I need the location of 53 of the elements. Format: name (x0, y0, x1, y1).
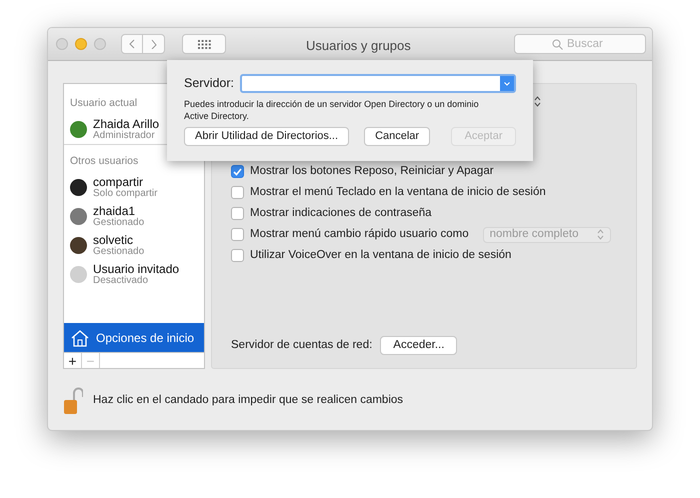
show-all-button[interactable] (182, 34, 226, 54)
checkbox[interactable] (231, 165, 244, 178)
network-server-label: Servidor de cuentas de red: (231, 338, 372, 353)
user-role: Gestionado (93, 246, 144, 258)
checkbox[interactable] (231, 207, 244, 220)
user-role: Desactivado (93, 274, 150, 286)
popup-arrows-icon (596, 229, 604, 240)
sheet-button[interactable]: Abrir Utilidad de Directorios... (184, 127, 350, 146)
user-name: zhaida1 (93, 204, 136, 216)
minimize-button[interactable] (75, 38, 87, 50)
search-field[interactable]: Buscar (514, 34, 646, 54)
user-role: Solo compartir (93, 188, 158, 200)
checkbox[interactable] (231, 186, 244, 199)
chevron-left-icon (129, 39, 135, 49)
checkbox[interactable] (231, 228, 244, 241)
user-name: compartir (93, 176, 144, 188)
back-button[interactable] (121, 34, 143, 54)
user-row[interactable]: compartir Solo compartir (64, 173, 204, 202)
window-title: Usuarios y grupos (306, 37, 411, 55)
user-role: Administrador (93, 130, 156, 142)
option-label: Mostrar menú cambio rápido usuario como (250, 226, 469, 242)
search-icon (552, 39, 563, 50)
server-field[interactable] (240, 74, 516, 93)
login-options-item[interactable]: Opciones de inicio (64, 323, 204, 352)
server-label: Servidor: (184, 75, 234, 92)
chevron-right-icon (150, 39, 156, 49)
section-header: Otros usuarios (70, 155, 138, 167)
zoom-button[interactable] (94, 38, 106, 50)
popup-arrows-icon (534, 96, 541, 107)
user-name: Usuario invitado (93, 262, 180, 274)
grid-icon (198, 40, 210, 48)
user-name: Zhaida Arillo (93, 118, 160, 130)
sheet-button[interactable]: Cancelar (364, 127, 430, 146)
option-label: Mostrar los botones Reposo, Reiniciar y Apagar (250, 164, 494, 179)
forward-button[interactable] (143, 34, 165, 54)
option-label: Mostrar el menú Teclado en la ventana de inicio de sesión (250, 184, 546, 200)
user-row[interactable]: solvetic Gestionado (64, 231, 204, 260)
user-row[interactable]: Usuario invitado Desactivado (64, 260, 204, 289)
lock-message: Haz clic en el candado para impedir que se realicen cambios (93, 393, 404, 408)
option-label: Mostrar indicaciones de contraseña (250, 206, 432, 221)
server-hint: Puedes introducir la dirección de un servidor Open Directory o un dominio Active Directory. (184, 98, 480, 122)
chevron-down-icon (504, 82, 510, 86)
option-label: Utilizar VoiceOver en la ventana de inicio de sesión (250, 248, 512, 263)
section-header: Usuario actual (70, 97, 138, 109)
close-button[interactable] (56, 38, 68, 50)
house-icon (70, 328, 90, 346)
checkbox[interactable] (231, 249, 244, 262)
dropdown-button[interactable] (500, 76, 514, 91)
user-name: solvetic (93, 234, 134, 246)
access-button[interactable]: Acceder... (380, 336, 458, 355)
user-role: Gestionado (93, 216, 144, 228)
user-row[interactable]: zhaida1 Gestionado (64, 202, 204, 231)
add-button[interactable]: + (64, 353, 82, 368)
